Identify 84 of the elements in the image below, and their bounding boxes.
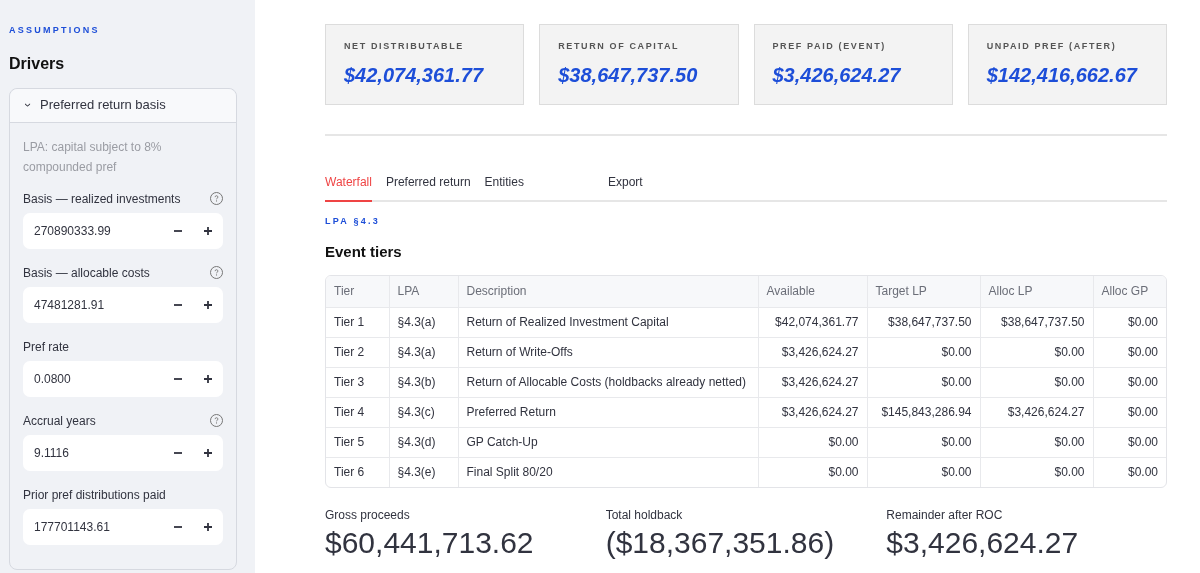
column-header: LPA bbox=[389, 276, 458, 307]
field-label: Pref rate bbox=[23, 338, 70, 356]
field-label: Basis — realized investments bbox=[23, 190, 181, 208]
table-cell: $38,647,737.50 bbox=[867, 307, 980, 337]
total-label: Gross proceeds bbox=[325, 507, 410, 524]
table-cell: §4.3(a) bbox=[389, 337, 458, 367]
table-cell: $0.00 bbox=[867, 427, 980, 457]
number-input[interactable]: 0.0800 bbox=[23, 360, 223, 397]
total-value: $60,441,713.62 bbox=[325, 526, 534, 560]
tab[interactable]: Export bbox=[607, 173, 643, 202]
table-cell: $3,426,624.27 bbox=[758, 397, 867, 427]
table-cell: $0.00 bbox=[867, 457, 980, 487]
table-cell: $145,843,286.94 bbox=[867, 397, 980, 427]
section-eyebrow: LPA §4.3 bbox=[325, 215, 380, 228]
total-value: $3,426,624.27 bbox=[886, 526, 1079, 560]
table-cell: $0.00 bbox=[758, 457, 867, 487]
number-input[interactable]: 177701143.61 bbox=[23, 508, 223, 545]
table-cell: Tier 4 bbox=[326, 397, 389, 427]
column-header: Target LP bbox=[867, 276, 980, 307]
table-cell: $3,426,624.27 bbox=[758, 367, 867, 397]
expander-note: LPA: capital subject to 8% compounded pref bbox=[23, 138, 163, 176]
number-input[interactable]: 47481281.91 bbox=[23, 286, 223, 323]
sidebar-title: Drivers bbox=[9, 53, 66, 74]
table-cell: $0.00 bbox=[1093, 397, 1166, 427]
column-header: Alloc GP bbox=[1093, 276, 1166, 307]
number-input[interactable]: 9.1116 bbox=[23, 434, 223, 471]
field-label: Accrual years bbox=[23, 412, 96, 430]
total-value: ($18,367,351.86) bbox=[605, 526, 835, 560]
total-label: Remainder after ROC bbox=[886, 507, 1003, 524]
metric-label: RETURN OF CAPITAL bbox=[558, 40, 680, 53]
tab[interactable]: Entities bbox=[484, 173, 524, 202]
table-cell: Return of Write-Offs bbox=[458, 337, 758, 367]
table-cell: §4.3(c) bbox=[389, 397, 458, 427]
column-header: Tier bbox=[326, 276, 389, 307]
table-cell: $0.00 bbox=[1093, 307, 1166, 337]
total-label: Total holdback bbox=[605, 507, 683, 524]
table-cell: $0.00 bbox=[1093, 337, 1166, 367]
table-cell: §4.3(e) bbox=[389, 457, 458, 487]
metric-value: $42,074,361.77 bbox=[344, 62, 484, 88]
table-cell: $0.00 bbox=[758, 427, 867, 457]
table-cell: Preferred Return bbox=[458, 397, 758, 427]
table-cell: $0.00 bbox=[980, 367, 1093, 397]
table-cell: §4.3(a) bbox=[389, 307, 458, 337]
tab[interactable]: Waterfall bbox=[325, 173, 372, 202]
section-title: Event tiers bbox=[325, 241, 402, 262]
table-cell: Tier 1 bbox=[326, 307, 389, 337]
table-cell: $0.00 bbox=[980, 427, 1093, 457]
table-cell: $3,426,624.27 bbox=[758, 337, 867, 367]
metric-value: $3,426,624.27 bbox=[772, 62, 901, 88]
section-eyebrow: ASSUMPTIONS bbox=[9, 24, 101, 37]
metric-label: UNPAID PREF (AFTER) bbox=[986, 40, 1117, 53]
table-cell: §4.3(b) bbox=[389, 367, 458, 397]
tab[interactable]: Preferred return bbox=[385, 173, 471, 202]
table-cell: $0.00 bbox=[1093, 457, 1166, 487]
field-label: Basis — allocable costs bbox=[23, 264, 150, 282]
table-cell: $0.00 bbox=[867, 337, 980, 367]
table-cell: $3,426,624.27 bbox=[980, 397, 1093, 427]
field-label: Prior pref distributions paid bbox=[23, 486, 166, 504]
table-cell: $42,074,361.77 bbox=[758, 307, 867, 337]
table-cell: Tier 5 bbox=[326, 427, 389, 457]
metric-value: $38,647,737.50 bbox=[558, 62, 698, 88]
table-cell: Return of Allocable Costs (holdbacks already netted) bbox=[458, 367, 758, 397]
table-cell: $0.00 bbox=[867, 367, 980, 397]
table-cell: Tier 2 bbox=[326, 337, 389, 367]
column-header: Available bbox=[758, 276, 867, 307]
table-cell: Tier 6 bbox=[326, 457, 389, 487]
table-cell: $38,647,737.50 bbox=[980, 307, 1093, 337]
caret-icon: › bbox=[22, 103, 34, 107]
expander-header[interactable]: › Preferred return basis bbox=[10, 88, 236, 123]
metric-label: PREF PAID (EVENT) bbox=[772, 40, 886, 53]
column-header: Description bbox=[458, 276, 758, 307]
number-input[interactable]: 270890333.99 bbox=[23, 212, 223, 249]
table-cell: Return of Realized Investment Capital bbox=[458, 307, 758, 337]
table-cell: §4.3(d) bbox=[389, 427, 458, 457]
table-cell: $0.00 bbox=[1093, 367, 1166, 397]
table-cell: Final Split 80/20 bbox=[458, 457, 758, 487]
table-cell: $0.00 bbox=[980, 457, 1093, 487]
table-cell: $0.00 bbox=[980, 337, 1093, 367]
table-cell: Tier 3 bbox=[326, 367, 389, 397]
metric-label: NET DISTRIBUTABLE bbox=[344, 40, 464, 53]
table-cell: GP Catch-Up bbox=[458, 427, 758, 457]
metric-value: $142,416,662.67 bbox=[986, 62, 1137, 88]
column-header: Alloc LP bbox=[980, 276, 1093, 307]
table-cell: $0.00 bbox=[1093, 427, 1166, 457]
